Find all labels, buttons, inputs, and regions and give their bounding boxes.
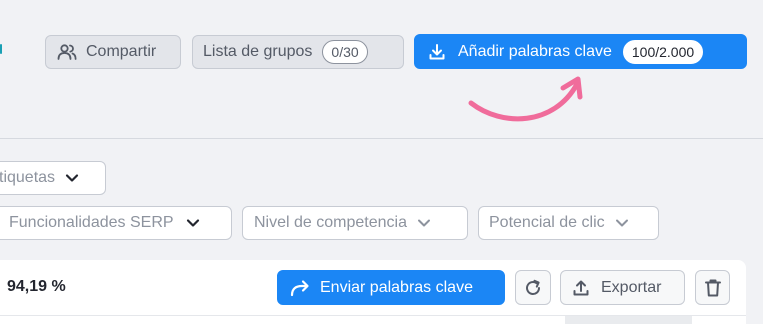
send-keywords-button[interactable]: Enviar palabras clave: [277, 270, 505, 305]
share-label: Compartir: [86, 43, 157, 60]
send-keywords-label: Enviar palabras clave: [320, 278, 473, 296]
chevron-down-icon: [417, 218, 431, 228]
users-icon: [57, 43, 77, 61]
add-keywords-label: Añadir palabras clave: [458, 42, 612, 60]
serp-features-filter[interactable]: Funcionalidades SERP: [0, 206, 232, 240]
click-potential-filter-label: Potencial de clic: [489, 214, 605, 231]
competition-level-filter[interactable]: Nivel de competencia: [242, 206, 468, 240]
share-arrow-icon: [289, 279, 311, 297]
serp-features-filter-label: Funcionalidades SERP: [9, 214, 174, 231]
share-button[interactable]: Compartir: [45, 35, 181, 69]
export-label: Exportar: [601, 278, 662, 296]
competition-level-filter-label: Nivel de competencia: [254, 214, 407, 231]
refresh-button[interactable]: [515, 270, 551, 305]
header-divider: [0, 138, 763, 139]
groups-list-button[interactable]: Lista de grupos 0/30: [192, 35, 404, 69]
groups-list-label: Lista de grupos: [203, 43, 313, 60]
accent-marker: [0, 44, 2, 54]
click-potential-filter[interactable]: Potencial de clic: [478, 206, 659, 240]
keywords-count-badge: 100/2.000: [622, 39, 704, 64]
groups-count-badge: 0/30: [322, 40, 368, 64]
delete-button[interactable]: [695, 270, 730, 305]
table-header-cell: [565, 316, 692, 324]
chevron-down-icon: [615, 218, 629, 228]
chevron-down-icon: [65, 173, 79, 183]
add-keywords-button[interactable]: Añadir palabras clave 100/2.000: [414, 34, 747, 69]
tags-filter[interactable]: tiquetas: [0, 161, 106, 195]
download-icon: [428, 43, 446, 61]
export-button[interactable]: Exportar: [560, 270, 685, 305]
annotation-arrow-icon: [468, 76, 583, 122]
upload-icon: [572, 279, 590, 297]
percentage-stat: 94,19 %: [7, 278, 66, 295]
refresh-icon: [523, 278, 543, 298]
chevron-down-icon: [186, 218, 200, 228]
trash-icon: [704, 278, 722, 298]
tags-filter-label: tiquetas: [0, 169, 56, 186]
